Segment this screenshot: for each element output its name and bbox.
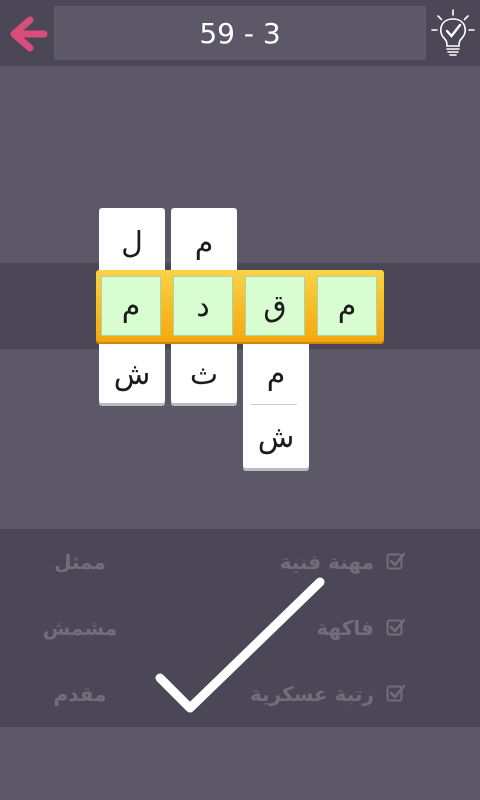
level-text: 59 - 3: [199, 16, 281, 50]
letter-tile[interactable]: ش: [245, 406, 307, 468]
checked-checkbox-icon: [386, 618, 406, 636]
answer-slot[interactable]: م: [317, 276, 377, 336]
checked-checkbox-icon: [386, 552, 406, 570]
answer-word: ممثل: [54, 550, 106, 574]
letter-tile[interactable]: ش: [101, 343, 163, 405]
back-button[interactable]: [8, 14, 48, 54]
answer-slot[interactable]: ق: [245, 276, 305, 336]
level-indicator: 59 - 3: [54, 6, 426, 60]
letter-tile[interactable]: م: [173, 212, 235, 274]
answer-word: مقدم: [53, 682, 107, 706]
clue-text: مهنة فنية: [279, 550, 374, 574]
top-bar: 59 - 3: [0, 0, 480, 66]
clue-row: رتبة عسكرية: [250, 682, 374, 706]
clue-row: فاكهة: [316, 616, 374, 640]
clue-text: رتبة عسكرية: [249, 682, 374, 706]
clue-text: فاكهة: [316, 616, 374, 640]
letter-tile[interactable]: م: [245, 343, 307, 405]
clues-panel: مهنة فنية ممثل فاكهة مشمش رتبة عسكرية مق…: [0, 529, 480, 727]
answer-word: مشمش: [42, 616, 118, 640]
tile-separator: [251, 404, 297, 405]
answer-row: م د ق م: [96, 270, 384, 342]
letter-tile[interactable]: ث: [173, 343, 235, 405]
clue-row: مهنة فنية: [280, 550, 374, 574]
answer-slot[interactable]: م: [101, 276, 161, 336]
checked-checkbox-icon: [386, 684, 406, 702]
hint-button[interactable]: [430, 8, 476, 58]
letter-tile[interactable]: ل: [101, 212, 163, 274]
answer-slot[interactable]: د: [173, 276, 233, 336]
letter-column-3: م ش: [243, 330, 309, 468]
lightbulb-check-icon: [431, 9, 475, 56]
back-arrow-icon: [10, 16, 48, 52]
